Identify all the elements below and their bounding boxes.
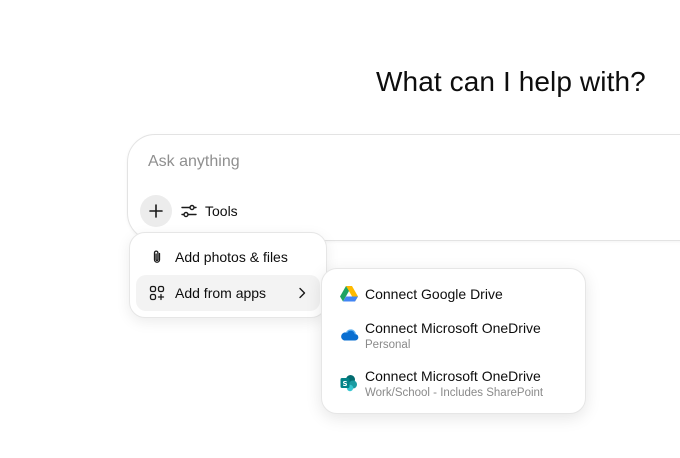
plus-icon bbox=[149, 204, 163, 218]
sub-item-title: Connect Google Drive bbox=[365, 286, 503, 302]
connect-onedrive-work-item[interactable]: S Connect Microsoft OneDrive Work/School… bbox=[328, 363, 578, 407]
page-heading: What can I help with? bbox=[376, 66, 646, 97]
attach-menu: Add photos & files Add from apps bbox=[129, 232, 327, 318]
chevron-right-icon bbox=[299, 287, 306, 299]
svg-text:S: S bbox=[342, 380, 347, 388]
connect-google-drive-item[interactable]: Connect Google Drive bbox=[328, 277, 578, 311]
tools-button[interactable]: Tools bbox=[180, 198, 238, 224]
sub-item-title: Connect Microsoft OneDrive bbox=[365, 320, 541, 336]
prompt-input[interactable] bbox=[148, 153, 548, 171]
menu-item-label: Add from apps bbox=[175, 285, 267, 301]
sharepoint-icon: S bbox=[340, 375, 357, 392]
paperclip-icon bbox=[148, 248, 166, 266]
page: What can I help with? Tools A bbox=[0, 0, 680, 458]
google-drive-icon bbox=[340, 286, 358, 302]
apps-grid-icon bbox=[148, 284, 166, 302]
sub-item-subtitle: Work/School - Includes SharePoint bbox=[365, 387, 544, 399]
menu-item-add-from-apps[interactable]: Add from apps bbox=[136, 275, 320, 311]
sliders-icon bbox=[181, 204, 197, 218]
add-attachment-button[interactable] bbox=[140, 195, 172, 227]
sub-item-subtitle: Personal bbox=[365, 339, 411, 351]
tools-label: Tools bbox=[205, 203, 238, 219]
menu-item-label: Add photos & files bbox=[175, 249, 288, 265]
apps-submenu: Connect Google Drive Connect Microsoft O… bbox=[321, 268, 586, 414]
onedrive-icon bbox=[341, 329, 359, 341]
menu-item-add-photos-files[interactable]: Add photos & files bbox=[136, 239, 320, 275]
sub-item-title: Connect Microsoft OneDrive bbox=[365, 368, 541, 384]
connect-onedrive-personal-item[interactable]: Connect Microsoft OneDrive Personal bbox=[328, 315, 578, 359]
prompt-composer: Tools bbox=[127, 134, 680, 241]
